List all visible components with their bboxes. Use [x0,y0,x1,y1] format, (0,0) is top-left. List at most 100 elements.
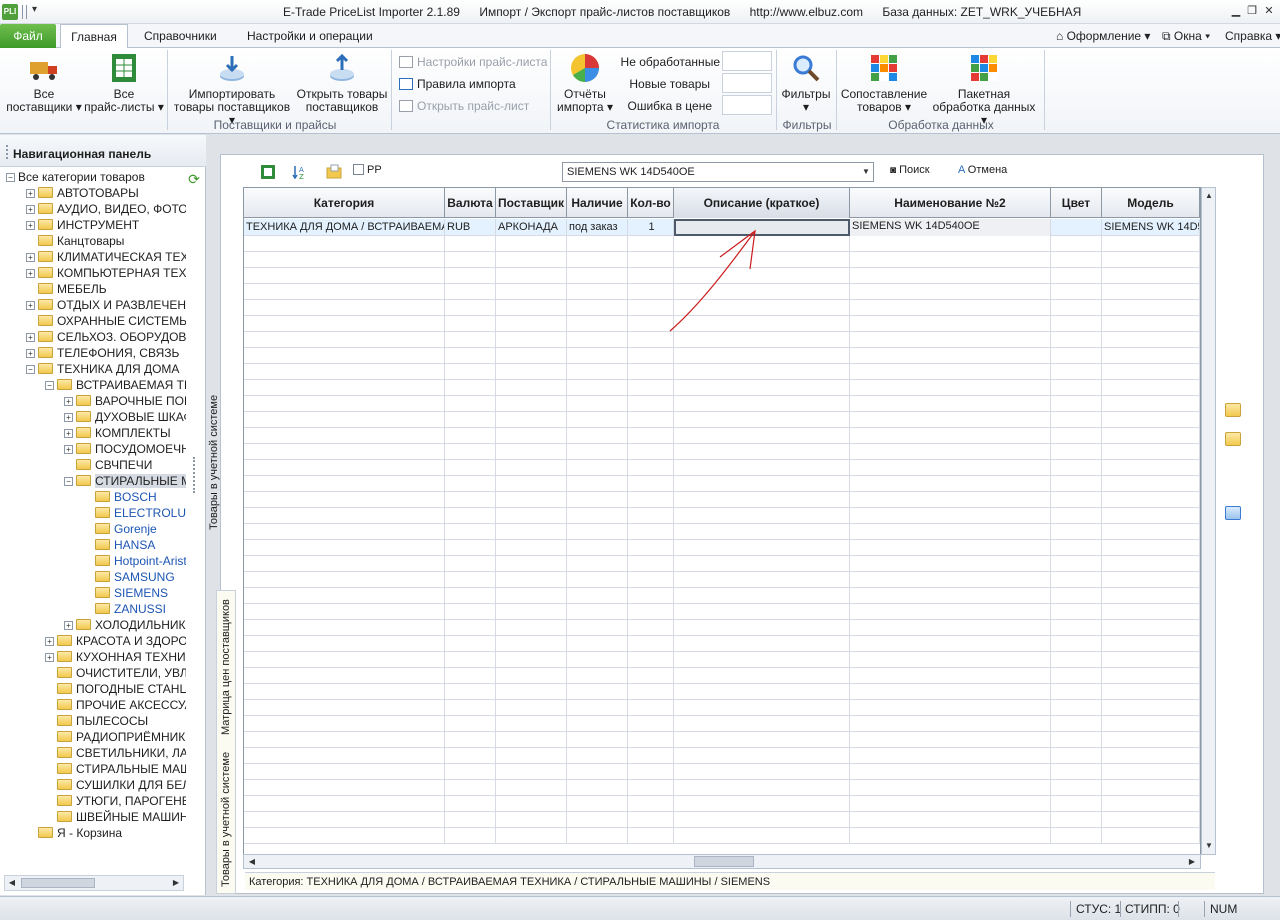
table-cell[interactable] [496,572,567,588]
table-cell[interactable] [628,684,674,700]
table-cell[interactable] [244,364,445,380]
table-cell[interactable] [244,284,445,300]
table-cell[interactable] [674,716,850,732]
table-cell[interactable] [496,300,567,316]
tree-item[interactable]: РАДИОПРИЁМНИКИ [45,729,186,745]
table-cell[interactable] [567,508,628,524]
table-cell[interactable] [1051,300,1102,316]
table-cell[interactable]: SIEMENS WK 14D540OE [1102,219,1200,236]
table-cell[interactable] [628,748,674,764]
table-cell[interactable] [445,652,496,668]
table-cell[interactable] [674,620,850,636]
table-cell[interactable] [496,828,567,844]
tree-item[interactable]: + АУДИО, ВИДЕО, ФОТО [26,201,186,217]
open-goods-button[interactable]: Открыть товары поставщиков [296,52,388,114]
table-cell[interactable] [674,524,850,540]
column-header[interactable]: Наличие [567,188,628,218]
column-header[interactable]: Модель [1102,188,1200,218]
table-cell[interactable] [850,732,1051,748]
tab-home[interactable]: Главная [60,24,128,49]
table-cell[interactable] [674,604,850,620]
table-cell[interactable] [850,428,1051,444]
table-cell[interactable] [1102,732,1200,748]
table-cell[interactable] [567,556,628,572]
table-cell[interactable] [445,348,496,364]
table-cell[interactable] [496,476,567,492]
table-cell[interactable] [567,780,628,796]
scroll-thumb[interactable] [694,856,754,867]
table-cell[interactable] [496,684,567,700]
table-cell[interactable] [244,444,445,460]
table-cell[interactable] [628,780,674,796]
table-cell[interactable] [244,412,445,428]
table-cell[interactable] [850,444,1051,460]
table-cell[interactable] [445,620,496,636]
table-row[interactable] [244,812,1200,828]
table-cell[interactable] [244,396,445,412]
table-row[interactable] [244,604,1200,620]
table-cell[interactable] [1051,700,1102,716]
table-cell[interactable] [567,476,628,492]
minimize-icon[interactable]: ▁ [1228,3,1244,19]
search-button[interactable]: ◙ Поиск [890,164,930,176]
table-cell[interactable] [496,636,567,652]
table-cell[interactable] [1051,780,1102,796]
all-suppliers-button[interactable]: Все поставщики ▾ [6,52,82,114]
table-cell[interactable] [567,396,628,412]
table-cell[interactable] [244,556,445,572]
table-cell[interactable] [1102,668,1200,684]
table-cell[interactable] [445,428,496,444]
expand-icon[interactable]: + [26,205,35,214]
table-cell[interactable] [674,700,850,716]
table-cell[interactable] [850,636,1051,652]
table-cell[interactable] [1051,556,1102,572]
table-cell[interactable] [496,428,567,444]
expand-icon[interactable]: + [64,621,73,630]
table-cell[interactable] [850,652,1051,668]
table-cell[interactable] [244,828,445,844]
table-cell[interactable] [244,524,445,540]
table-cell[interactable] [850,284,1051,300]
table-row[interactable] [244,460,1200,476]
table-cell[interactable] [850,380,1051,396]
help-menu[interactable]: Справка ▾ [1225,29,1280,43]
expand-icon[interactable]: + [64,445,73,454]
table-cell[interactable] [674,748,850,764]
tree-item[interactable]: + ОТДЫХ И РАЗВЛЕЧЕНИЯ [26,297,186,313]
table-cell[interactable] [445,444,496,460]
table-cell[interactable] [850,492,1051,508]
table-cell[interactable] [567,812,628,828]
search-input[interactable]: SIEMENS WK 14D540OE ▼ [562,162,874,182]
document-list-icon[interactable] [1225,506,1241,520]
table-cell[interactable] [850,412,1051,428]
table-cell[interactable] [628,444,674,460]
table-cell[interactable] [244,476,445,492]
reports-button[interactable]: Отчёты импорта ▾ [554,52,616,114]
table-cell[interactable] [628,524,674,540]
table-cell[interactable] [850,796,1051,812]
table-cell[interactable] [1102,540,1200,556]
close-icon[interactable]: ✕ [1261,3,1277,19]
table-cell[interactable] [244,620,445,636]
table-cell[interactable]: под заказ [567,219,628,236]
matching-button[interactable]: Сопоставление товаров ▾ [840,52,928,114]
table-cell[interactable] [674,444,850,460]
table-cell[interactable] [445,524,496,540]
table-cell[interactable] [628,668,674,684]
sort-icon[interactable]: AZ [292,164,308,180]
table-cell[interactable] [850,620,1051,636]
table-cell[interactable] [674,652,850,668]
table-cell[interactable] [674,380,850,396]
table-cell[interactable] [674,732,850,748]
column-header[interactable]: Кол-во [628,188,674,218]
table-row[interactable] [244,556,1200,572]
column-header[interactable]: Валюта [445,188,496,218]
table-cell[interactable] [244,748,445,764]
table-cell[interactable] [567,364,628,380]
tree-item[interactable]: + КРАСОТА И ЗДОРОВЬЕ [45,633,186,649]
table-cell[interactable] [567,300,628,316]
table-cell[interactable] [1102,716,1200,732]
design-menu[interactable]: ⌂ Оформление ▾ [1056,29,1150,43]
table-cell[interactable] [1102,316,1200,332]
table-cell[interactable] [496,556,567,572]
